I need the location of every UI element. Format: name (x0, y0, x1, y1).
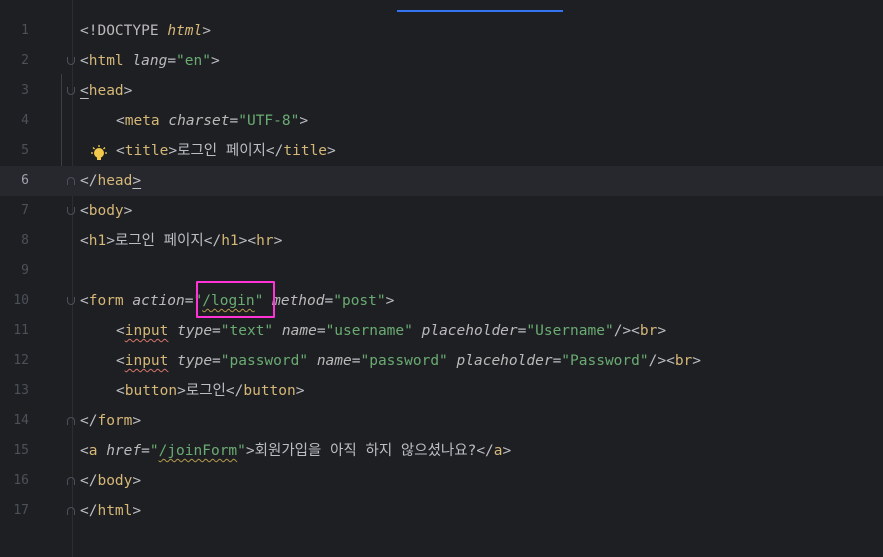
code-line-3[interactable]: 3 <head> (0, 76, 883, 106)
lightbulb-icon[interactable] (89, 144, 109, 164)
line-number: 15 (13, 443, 29, 458)
code-line-16[interactable]: 16 </body> (0, 466, 883, 496)
fold-icon[interactable] (67, 297, 75, 305)
code-line-10[interactable]: 10 <form action="/login" method="post"> (0, 286, 883, 316)
code-text[interactable]: </html> (80, 502, 141, 520)
code-line-5[interactable]: 5 <title>로그인 페이지</title> (0, 136, 883, 166)
line-number: 4 (21, 113, 29, 128)
code-text[interactable]: <html lang="en"> (80, 52, 220, 70)
code-text[interactable]: <head> (80, 82, 132, 100)
code-text[interactable]: <input type="text" name="username" place… (116, 322, 666, 340)
code-line-17[interactable]: 17 </html> (0, 496, 883, 526)
code-text[interactable]: <!DOCTYPE html> (80, 22, 211, 40)
line-number: 13 (13, 383, 29, 398)
code-text[interactable]: <a href="/joinForm">회원가입을 아직 하지 않으셨나요?</… (80, 442, 511, 460)
line-number: 17 (13, 503, 29, 518)
line-number: 1 (21, 23, 29, 38)
code-line-6[interactable]: 6 </head> (0, 166, 883, 196)
code-line-14[interactable]: 14 </form> (0, 406, 883, 436)
code-editor[interactable]: 1 <!DOCTYPE html> 2 <html lang="en"> 3 <… (0, 0, 883, 557)
line-number: 2 (21, 53, 29, 68)
line-number: 3 (21, 83, 29, 98)
code-text[interactable]: </body> (80, 472, 141, 490)
code-text[interactable]: <meta charset="UTF-8"> (116, 112, 308, 130)
fold-icon[interactable] (67, 417, 75, 425)
code-line-13[interactable]: 13 <button>로그인</button> (0, 376, 883, 406)
code-line-11[interactable]: 11 <input type="text" name="username" pl… (0, 316, 883, 346)
fold-icon[interactable] (67, 477, 75, 485)
line-number: 10 (13, 293, 29, 308)
line-number: 8 (21, 233, 29, 248)
line-number: 5 (21, 143, 29, 158)
fold-icon[interactable] (67, 177, 75, 185)
code-line-8[interactable]: 8 <h1>로그인 페이지</h1><hr> (0, 226, 883, 256)
line-number: 7 (21, 203, 29, 218)
code-text[interactable]: <button>로그인</button> (116, 382, 304, 400)
code-line-15[interactable]: 15 <a href="/joinForm">회원가입을 아직 하지 않으셨나요… (0, 436, 883, 466)
line-number: 16 (13, 473, 29, 488)
fold-icon[interactable] (67, 57, 75, 65)
fold-icon[interactable] (67, 207, 75, 215)
code-line-2[interactable]: 2 <html lang="en"> (0, 46, 883, 76)
annotation-highlight-box (196, 281, 275, 318)
code-line-7[interactable]: 7 <body> (0, 196, 883, 226)
code-line-9[interactable]: 9 (0, 256, 883, 286)
code-text[interactable]: <h1>로그인 페이지</h1><hr> (80, 232, 282, 250)
line-number: 12 (13, 353, 29, 368)
fold-icon[interactable] (67, 87, 75, 95)
active-tab-indicator[interactable] (397, 0, 563, 12)
code-text[interactable]: </form> (80, 412, 141, 430)
code-line-12[interactable]: 12 <input type="password" name="password… (0, 346, 883, 376)
code-text[interactable]: </head> (80, 172, 141, 190)
line-number: 9 (21, 263, 29, 278)
line-number: 11 (13, 323, 29, 338)
code-text[interactable]: <input type="password" name="password" p… (116, 352, 701, 370)
code-text[interactable]: <body> (80, 202, 132, 220)
code-text[interactable]: <title>로그인 페이지</title> (116, 142, 336, 160)
line-number: 6 (21, 173, 29, 188)
fold-icon[interactable] (67, 507, 75, 515)
line-number: 14 (13, 413, 29, 428)
code-line-4[interactable]: 4 <meta charset="UTF-8"> (0, 106, 883, 136)
code-line-1[interactable]: 1 <!DOCTYPE html> (0, 16, 883, 46)
